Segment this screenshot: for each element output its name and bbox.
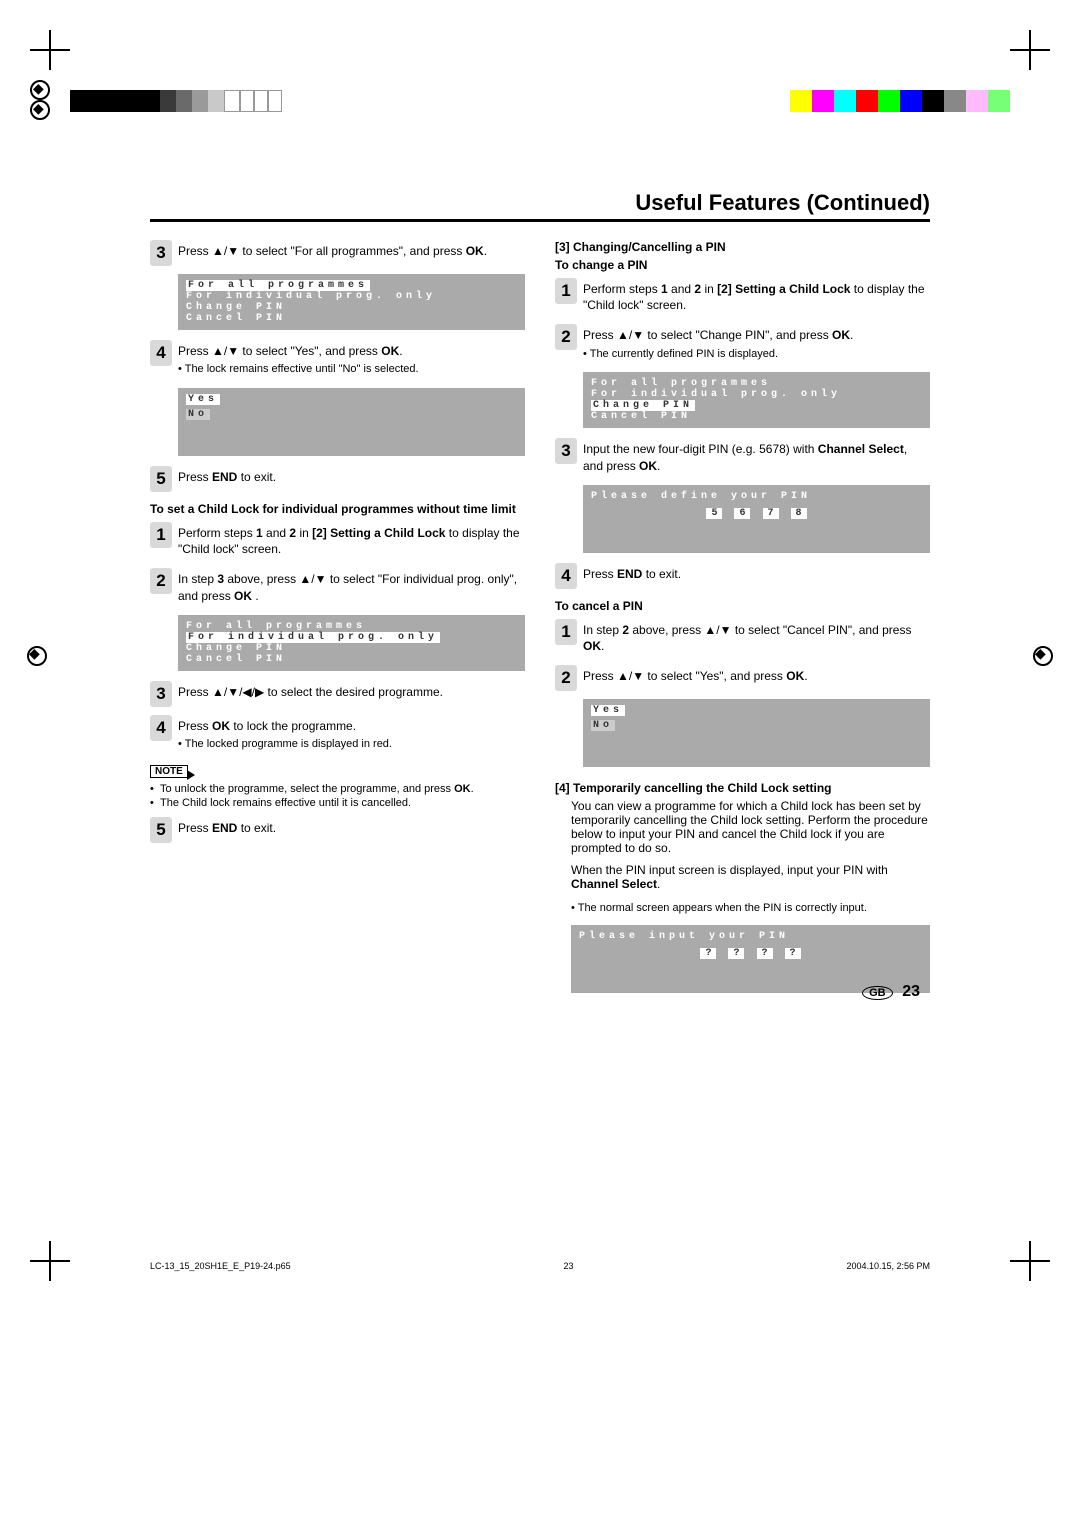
change-step-3: 3 Input the new four-digit PIN (e.g. 567… <box>555 438 930 476</box>
registration-mark <box>30 100 50 120</box>
change-step-1: 1 Perform steps 1 and 2 in [2] Setting a… <box>555 278 930 316</box>
indiv-step-1: 1 Perform steps 1 and 2 in [2] Setting a… <box>150 522 525 560</box>
indiv-step-3: 3 Press ▲/▼/◀/▶ to select the desired pr… <box>150 681 525 707</box>
step-badge: 2 <box>555 324 577 350</box>
section-4-heading: [4] Temporarily cancelling the Child Loc… <box>555 781 930 795</box>
section-4-sub: The normal screen appears when the PIN i… <box>571 902 930 914</box>
change-step-2: 2 Press ▲/▼ to select "Change PIN", and … <box>555 324 930 364</box>
note-list: To unlock the programme, select the prog… <box>150 783 525 809</box>
note-label: NOTE <box>150 765 188 778</box>
step-badge: 1 <box>150 522 172 548</box>
step3-text: Press ▲/▼ to select "For all programmes"… <box>178 244 466 258</box>
registration-mark <box>30 80 50 100</box>
registration-mark <box>1036 649 1050 663</box>
osd-yes-no: Yes No <box>178 388 525 456</box>
osd-menu: For all programmes For individual prog. … <box>583 372 930 428</box>
step-badge: 3 <box>555 438 577 464</box>
section-3-heading: [3] Changing/Cancelling a PIN <box>555 240 930 254</box>
section-4-body2: When the PIN input screen is displayed, … <box>571 863 930 891</box>
right-column: [3] Changing/Cancelling a PIN To change … <box>555 240 930 1003</box>
step-badge: 4 <box>150 340 172 366</box>
footer-page: 23 <box>564 1261 574 1271</box>
osd-menu: For all programmes For individual prog. … <box>178 615 525 671</box>
sub-cancel-pin: To cancel a PIN <box>555 599 930 613</box>
scanned-page: Useful Features (Continued) 3 Press ▲/▼ … <box>0 0 1080 1311</box>
color-bar-right <box>790 90 1010 112</box>
color-bar-left <box>70 90 282 112</box>
registration-mark <box>30 649 44 663</box>
substep-note: The lock remains effective until "No" is… <box>178 362 525 377</box>
footer-meta: LC-13_15_20SH1E_E_P19-24.p65 23 2004.10.… <box>150 1261 930 1271</box>
footer-filename: LC-13_15_20SH1E_E_P19-24.p65 <box>150 1261 291 1271</box>
subheading: To set a Child Lock for individual progr… <box>150 502 525 516</box>
ok-label: OK <box>466 244 484 258</box>
step-badge: 3 <box>150 681 172 707</box>
cancel-step-2: 2 Press ▲/▼ to select "Yes", and press O… <box>555 665 930 691</box>
sub-change-pin: To change a PIN <box>555 258 930 272</box>
section-title: Useful Features (Continued) <box>150 190 930 222</box>
change-step-4: 4 Press END to exit. <box>555 563 930 589</box>
step-badge: 1 <box>555 619 577 645</box>
indiv-step-4: 4 Press OK to lock the programme. The lo… <box>150 715 525 755</box>
step-badge: 4 <box>150 715 172 741</box>
step-badge: 5 <box>150 817 172 843</box>
osd-yes-no: Yes No <box>583 699 930 767</box>
indiv-step-2: 2 In step 3 above, press ▲/▼ to select "… <box>150 568 525 606</box>
crop-mark <box>1010 30 1050 70</box>
step-4: 4 Press ▲/▼ to select "Yes", and press O… <box>150 340 525 380</box>
crop-mark <box>30 30 70 70</box>
crop-mark <box>1010 1241 1050 1281</box>
crop-mark <box>30 1241 70 1281</box>
indiv-step-5: 5 Press END to exit. <box>150 817 525 843</box>
footer-date: 2004.10.15, 2:56 PM <box>846 1261 930 1271</box>
step-badge: 3 <box>150 240 172 266</box>
region-badge: GB <box>862 986 893 1000</box>
left-column: 3 Press ▲/▼ to select "For all programme… <box>150 240 525 1003</box>
step-badge: 1 <box>555 278 577 304</box>
cancel-step-1: 1 In step 2 above, press ▲/▼ to select "… <box>555 619 930 657</box>
osd-menu: For all programmes For individual prog. … <box>178 274 525 330</box>
content-columns: 3 Press ▲/▼ to select "For all programme… <box>150 240 930 1003</box>
step-5: 5 Press END to exit. <box>150 466 525 492</box>
section-4-body: You can view a programme for which a Chi… <box>571 799 930 855</box>
step-badge: 2 <box>555 665 577 691</box>
step-badge: 4 <box>555 563 577 589</box>
step-3: 3 Press ▲/▼ to select "For all programme… <box>150 240 525 266</box>
step-badge: 2 <box>150 568 172 594</box>
osd-define-pin: Please define your PIN 5 6 7 8 <box>583 485 930 553</box>
page-number: 23 <box>902 983 920 1000</box>
step-badge: 5 <box>150 466 172 492</box>
